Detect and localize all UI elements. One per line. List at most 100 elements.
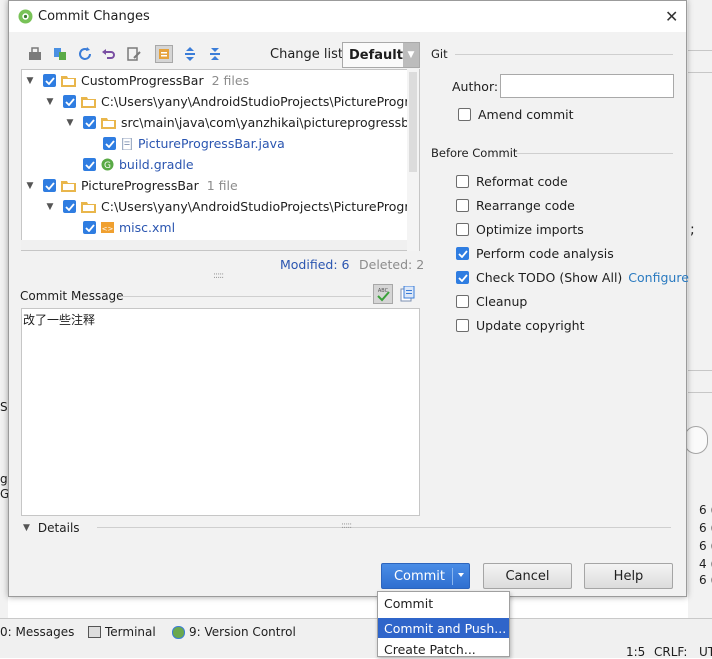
version-control-label: 9: Version Control (189, 625, 296, 639)
checkbox-unchecked[interactable] (456, 175, 469, 188)
configure-link[interactable]: Configure (628, 270, 689, 285)
tree-row[interactable]: ▼ PictureProgressBar 1 file (24, 175, 238, 196)
tree-label: build.gradle (119, 157, 194, 172)
author-input[interactable] (500, 74, 674, 98)
checkbox-unchecked[interactable] (456, 199, 469, 212)
tree-label: C:\Users\yany\AndroidStudioProjects\Pict… (101, 94, 420, 109)
ide-count: 6 ( (699, 573, 712, 587)
menu-item-commit[interactable]: Commit (378, 593, 509, 613)
details-label: Details (37, 521, 80, 535)
changes-tree: ▼ CustomProgressBar 2 files ▼ C:\Users\y… (21, 69, 420, 251)
git-section-label: Git (431, 47, 448, 61)
spellcheck-icon[interactable]: ABC (373, 284, 393, 304)
folder-icon (101, 117, 116, 129)
checkbox-checked[interactable] (456, 271, 469, 284)
option-label: Reformat code (476, 174, 568, 189)
tree-row[interactable]: ▼ src\main\java\com\yanzhikai\picturepro… (64, 112, 420, 133)
group-by-icon[interactable] (26, 45, 44, 63)
modified-count[interactable]: Modified: 6 (280, 257, 349, 272)
option-label: Rearrange code (476, 198, 575, 213)
version-control-toolwindow-tab[interactable]: 9: Version Control (172, 625, 296, 639)
check-todo-option[interactable]: Check TODO (Show All) Configure (456, 270, 689, 285)
terminal-toolwindow-tab[interactable]: Terminal (88, 625, 156, 639)
checkbox-unchecked[interactable] (458, 108, 471, 121)
collapse-all-icon[interactable] (206, 45, 224, 63)
commit-message-textarea[interactable]: 改了一些注释 (21, 308, 420, 516)
expand-arrow-icon: ▼ (23, 523, 30, 533)
chevron-down-icon: ▼ (402, 43, 419, 67)
checkbox-unchecked[interactable] (456, 319, 469, 332)
tree-row[interactable]: ▼ C:\Users\yany\AndroidStudioProjects\Pi… (44, 91, 420, 112)
splitter-handle[interactable]: ::::: (213, 271, 224, 281)
tree-row[interactable]: <> misc.xml (83, 217, 175, 238)
reformat-code-option[interactable]: Reformat code (456, 174, 568, 189)
divider (121, 296, 371, 297)
perform-code-analysis-option[interactable]: Perform code analysis (456, 246, 614, 261)
module-folder-icon (61, 75, 76, 87)
author-label: Author: (452, 79, 499, 94)
expand-arrow-icon[interactable]: ▼ (64, 118, 76, 128)
expand-arrow-icon[interactable]: ▼ (44, 97, 56, 107)
tree-horizontal-scrollbar[interactable] (21, 240, 407, 250)
checkbox-checked[interactable] (83, 116, 96, 129)
gradle-file-icon: G (101, 158, 114, 171)
ide-code-text: ; (690, 222, 695, 238)
divider (97, 527, 671, 528)
expand-all-icon[interactable] (181, 45, 199, 63)
refresh-icon[interactable] (76, 45, 94, 63)
ide-count: 6 ( (699, 521, 712, 535)
cleanup-option[interactable]: Cleanup (456, 294, 527, 309)
tree-row[interactable]: PictureProgressBar.java (103, 133, 285, 154)
option-label: Check TODO (Show All) (476, 270, 623, 285)
tree-row[interactable]: ▼ CustomProgressBar 2 files (24, 70, 250, 91)
commit-button[interactable]: Commit (381, 563, 470, 589)
checkbox-checked[interactable] (43, 179, 56, 192)
show-diff-icon[interactable] (51, 45, 69, 63)
amend-commit-option[interactable]: Amend commit (458, 107, 574, 122)
tree-row[interactable]: ▼ C:\Users\yany\AndroidStudioProjects\Pi… (44, 196, 420, 217)
expand-arrow-icon[interactable]: ▼ (24, 76, 36, 86)
details-toggle[interactable]: ▼ Details (23, 521, 80, 535)
tree-label: PictureProgressBar.java (138, 136, 285, 151)
checkbox-checked[interactable] (43, 74, 56, 87)
messages-label: 0: Messages (0, 625, 75, 639)
deleted-count: Deleted: 2 (359, 257, 425, 272)
update-copyright-option[interactable]: Update copyright (456, 318, 584, 333)
checkbox-unchecked[interactable] (456, 295, 469, 308)
changelist-select[interactable]: Default ▼ (342, 42, 420, 68)
rearrange-code-option[interactable]: Rearrange code (456, 198, 575, 213)
tree-label: PictureProgressBar (81, 178, 199, 193)
checkbox-unchecked[interactable] (456, 223, 469, 236)
close-icon[interactable]: ✕ (665, 7, 678, 26)
commit-dropdown-menu: Commit Commit and Push... Create Patch..… (377, 591, 510, 657)
terminal-label: Terminal (105, 625, 156, 639)
menu-item-commit-and-push[interactable]: Commit and Push... (378, 618, 509, 638)
tree-row[interactable]: G build.gradle (83, 154, 194, 175)
menu-item-create-patch[interactable]: Create Patch... (378, 639, 509, 659)
chevron-down-icon[interactable] (458, 573, 464, 577)
help-button[interactable]: Help (584, 563, 673, 589)
checkbox-checked[interactable] (63, 200, 76, 213)
expand-arrow-icon[interactable]: ▼ (44, 202, 56, 212)
commit-history-icon[interactable] (400, 286, 415, 302)
optimize-imports-option[interactable]: Optimize imports (456, 222, 584, 237)
checkbox-checked[interactable] (83, 158, 96, 171)
checkbox-checked[interactable] (83, 221, 96, 234)
checkbox-checked[interactable] (63, 95, 76, 108)
checkbox-checked[interactable] (456, 247, 469, 260)
ide-round-button[interactable] (684, 426, 708, 454)
messages-toolwindow-tab[interactable]: 0: Messages (0, 625, 74, 639)
ide-left-edge (0, 0, 8, 630)
expand-arrow-icon[interactable]: ▼ (24, 181, 36, 191)
checkbox-checked[interactable] (103, 137, 116, 150)
revert-icon[interactable] (100, 45, 118, 63)
ide-count: 6 ( (699, 503, 712, 517)
cancel-button[interactable]: Cancel (483, 563, 572, 589)
tree-label: src\main\java\com\yanzhikai\pictureprogr… (121, 115, 420, 130)
edit-source-icon[interactable] (125, 45, 143, 63)
tree-vertical-scrollbar[interactable] (407, 69, 419, 251)
splitter-handle[interactable]: ::::: (341, 521, 352, 531)
tree-label: C:\Users\yany\AndroidStudioProjects\Pict… (101, 199, 420, 214)
show-flatten-icon[interactable] (155, 45, 173, 63)
version-control-icon (172, 625, 185, 639)
